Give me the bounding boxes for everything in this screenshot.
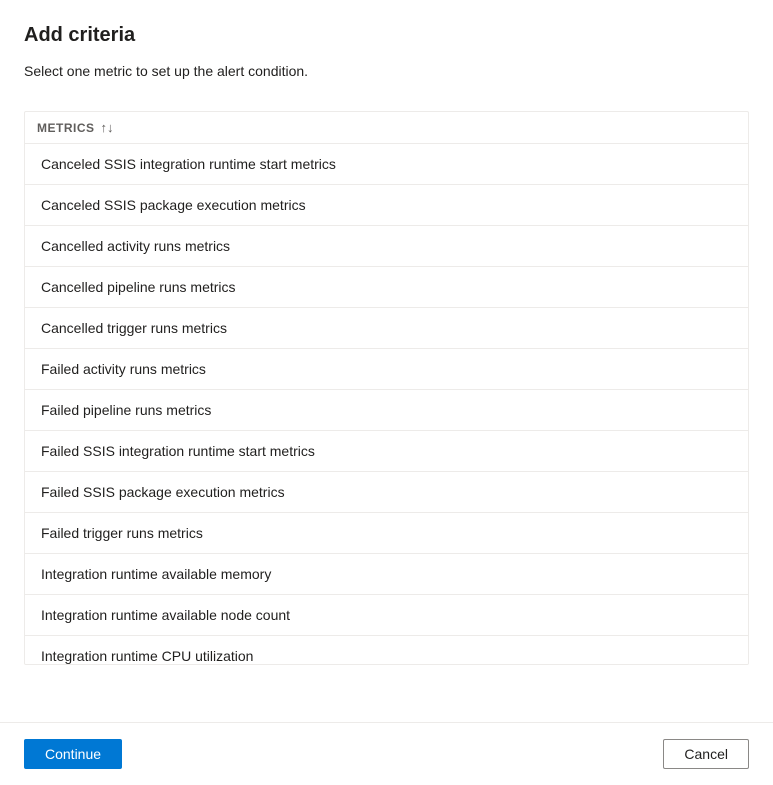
metrics-header: METRICS ↑↓: [25, 112, 748, 144]
dialog-title: Add criteria: [24, 24, 749, 47]
continue-button[interactable]: Continue: [24, 739, 122, 769]
metric-item[interactable]: Cancelled pipeline runs metrics: [25, 267, 748, 308]
dialog-footer: Continue Cancel: [0, 722, 773, 785]
metric-item[interactable]: Failed activity runs metrics: [25, 349, 748, 390]
metric-item[interactable]: Integration runtime available memory: [25, 554, 748, 595]
metric-item[interactable]: Failed pipeline runs metrics: [25, 390, 748, 431]
metrics-list-container[interactable]: Canceled SSIS integration runtime start …: [25, 144, 748, 664]
dialog-content: METRICS ↑↓ Canceled SSIS integration run…: [0, 111, 773, 706]
cancel-button[interactable]: Cancel: [663, 739, 749, 769]
metric-item[interactable]: Canceled SSIS integration runtime start …: [25, 144, 748, 185]
metric-item[interactable]: Cancelled activity runs metrics: [25, 226, 748, 267]
dialog-subtitle: Select one metric to set up the alert co…: [24, 63, 749, 79]
metrics-column-label: METRICS: [37, 121, 95, 135]
metrics-list: METRICS ↑↓ Canceled SSIS integration run…: [24, 111, 749, 665]
metric-item[interactable]: Failed SSIS integration runtime start me…: [25, 431, 748, 472]
metric-item[interactable]: Failed SSIS package execution metrics: [25, 472, 748, 513]
metric-item[interactable]: Cancelled trigger runs metrics: [25, 308, 748, 349]
add-criteria-dialog: Add criteria Select one metric to set up…: [0, 0, 773, 785]
metric-item[interactable]: Canceled SSIS package execution metrics: [25, 185, 748, 226]
dialog-header: Add criteria Select one metric to set up…: [0, 0, 773, 111]
metric-item[interactable]: Integration runtime CPU utilization: [25, 636, 748, 664]
metric-item[interactable]: Failed trigger runs metrics: [25, 513, 748, 554]
sort-icon[interactable]: ↑↓: [101, 120, 114, 135]
metric-item[interactable]: Integration runtime available node count: [25, 595, 748, 636]
